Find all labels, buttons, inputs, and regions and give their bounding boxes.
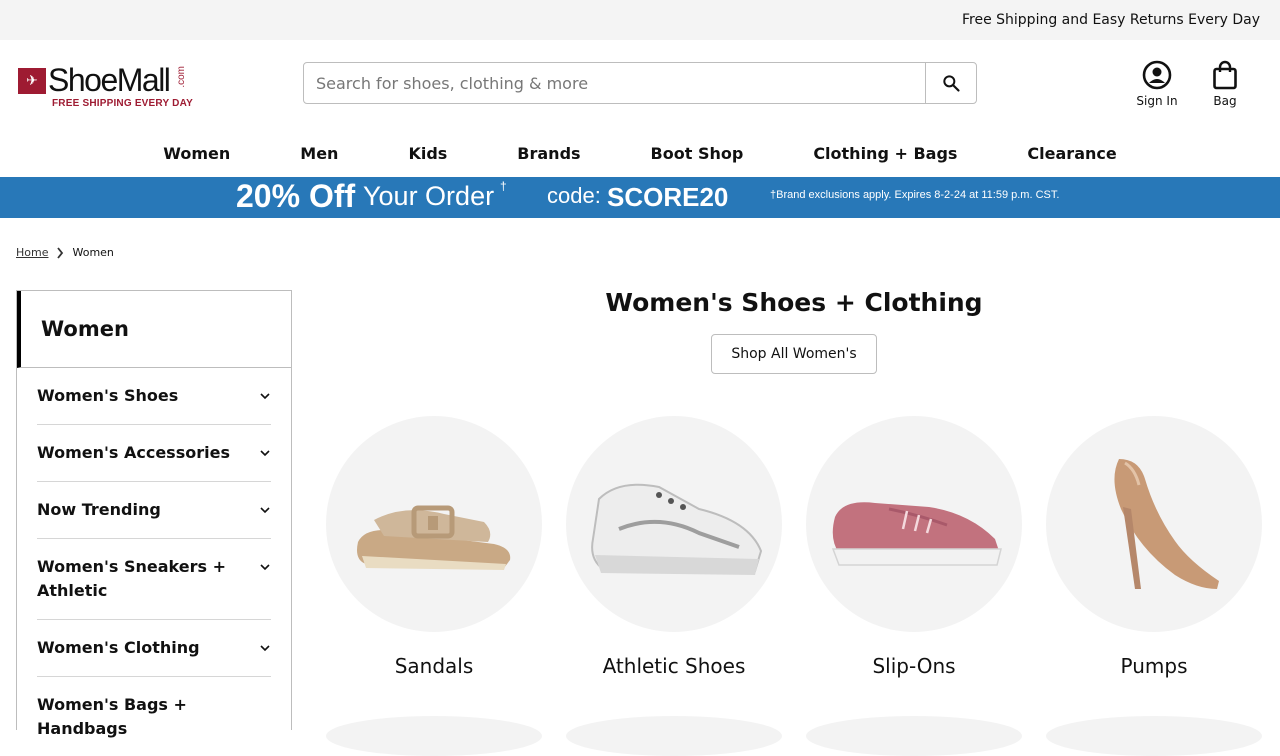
search-input[interactable] xyxy=(304,63,925,103)
site-header: ✈ ShoeMall .com FREE SHIPPING EVERY DAY … xyxy=(0,40,1280,130)
category-card-peek xyxy=(566,716,782,756)
sidebar-title: Women xyxy=(17,291,291,368)
category-name: Pumps xyxy=(1120,654,1188,678)
banner-offer: 20% Off xyxy=(236,178,356,214)
banner-promo-code: SCORE20 xyxy=(607,182,729,212)
account-icon xyxy=(1142,60,1172,90)
breadcrumb: Home Women xyxy=(16,246,114,259)
promo-text: Free Shipping and Easy Returns Every Day xyxy=(961,12,1260,28)
category-name: Slip-Ons xyxy=(872,654,956,678)
logo-wordmark: ShoeMall xyxy=(48,62,171,98)
sidebar-item-womens-sneakers[interactable]: Women's Sneakers + Athletic xyxy=(37,539,271,620)
banner-code-label: code: xyxy=(547,183,601,208)
sidebar-item-label: Women's Bags + Handbags xyxy=(37,695,187,738)
category-image xyxy=(566,416,782,632)
category-image xyxy=(1046,416,1262,632)
banner-dagger: † xyxy=(500,179,507,193)
category-card-slip-ons[interactable]: Slip-Ons xyxy=(806,416,1022,678)
category-name: Athletic Shoes xyxy=(602,654,746,678)
category-card-peek xyxy=(806,716,1022,756)
sidebar-item-now-trending[interactable]: Now Trending xyxy=(37,482,271,539)
chevron-down-icon xyxy=(260,564,270,571)
main-nav: Women Men Kids Brands Boot Shop Clothing… xyxy=(0,130,1280,177)
sneaker-image-icon xyxy=(591,483,763,575)
sign-in-button[interactable]: Sign In xyxy=(1130,60,1184,108)
sidebar-item-label: Women's Accessories xyxy=(37,443,230,462)
sandal-image-icon xyxy=(357,505,511,570)
shopping-bag-icon xyxy=(1213,60,1237,90)
page-title: Women's Shoes + Clothing xyxy=(605,288,983,317)
category-name: Sandals xyxy=(394,654,474,678)
sidebar-item-label: Now Trending xyxy=(37,500,161,519)
nav-item-men[interactable]: Men xyxy=(265,144,373,163)
search-button[interactable] xyxy=(925,63,976,103)
sign-in-label: Sign In xyxy=(1136,94,1178,108)
logo-dotcom: .com xyxy=(176,66,187,88)
category-sidebar: Women Women's Shoes Women's Accessories … xyxy=(16,290,292,738)
chevron-down-icon xyxy=(260,393,270,400)
slip-on-image-icon xyxy=(831,502,1002,566)
search-bar xyxy=(303,62,977,104)
bag-button[interactable]: Bag xyxy=(1202,60,1248,108)
promo-strip: Free Shipping and Easy Returns Every Day xyxy=(0,0,1280,40)
sidebar-item-label: Women's Clothing xyxy=(37,638,200,657)
sidebar-item-label: Women's Sneakers + Athletic xyxy=(37,557,226,600)
category-card-pumps[interactable]: Pumps xyxy=(1046,416,1262,678)
search-icon xyxy=(943,75,960,92)
shoemall-logo[interactable]: ✈ ShoeMall .com FREE SHIPPING EVERY DAY xyxy=(18,62,193,110)
chevron-down-icon xyxy=(260,645,270,652)
banner-offer-sub: Your Order xyxy=(363,181,495,211)
banner-fine-print: †Brand exclusions apply. Expires 8-2-24 … xyxy=(770,189,1060,201)
nav-item-women[interactable]: Women xyxy=(128,144,265,163)
nav-item-kids[interactable]: Kids xyxy=(373,144,482,163)
nav-item-boot-shop[interactable]: Boot Shop xyxy=(616,144,779,163)
chevron-down-icon xyxy=(260,450,270,457)
category-card-athletic-shoes[interactable]: Athletic Shoes xyxy=(566,416,782,678)
category-card-sandals[interactable]: Sandals xyxy=(326,416,542,678)
sidebar-item-womens-clothing[interactable]: Women's Clothing xyxy=(37,620,271,677)
chevron-right-icon xyxy=(56,246,64,259)
category-image xyxy=(806,416,1022,632)
bag-label: Bag xyxy=(1213,94,1237,108)
chevron-down-icon xyxy=(260,507,270,514)
breadcrumb-current: Women xyxy=(72,246,114,259)
promo-banner[interactable]: 20% Off Your Order † code: SCORE20 †Bran… xyxy=(0,177,1280,218)
sidebar-item-womens-accessories[interactable]: Women's Accessories xyxy=(37,425,271,482)
nav-item-clearance[interactable]: Clearance xyxy=(992,144,1151,163)
pump-image-icon xyxy=(1114,459,1219,589)
sidebar-item-womens-shoes[interactable]: Women's Shoes xyxy=(37,368,271,425)
category-image xyxy=(326,416,542,632)
category-card-peek xyxy=(1046,716,1262,756)
breadcrumb-home-link[interactable]: Home xyxy=(16,246,48,259)
sidebar-item-label: Women's Shoes xyxy=(37,386,179,405)
shop-all-womens-button[interactable]: Shop All Women's xyxy=(711,334,877,374)
logo-tagline: FREE SHIPPING EVERY DAY xyxy=(52,98,193,109)
category-card-peek xyxy=(326,716,542,756)
nav-item-brands[interactable]: Brands xyxy=(482,144,615,163)
logo-mark-icon: ✈ xyxy=(18,68,46,94)
nav-item-clothing-bags[interactable]: Clothing + Bags xyxy=(778,144,992,163)
